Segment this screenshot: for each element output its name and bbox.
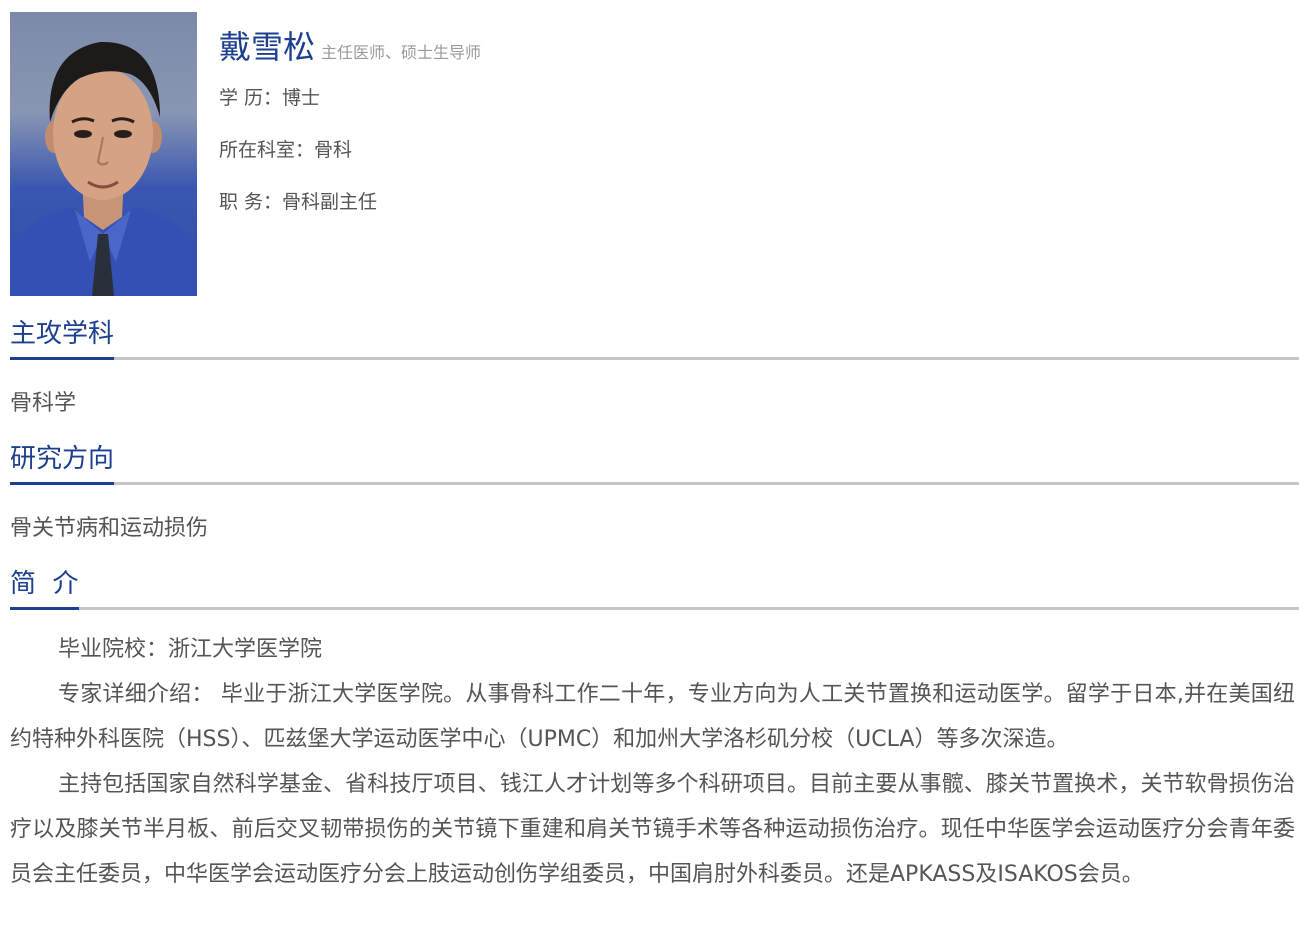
intro-paragraph: 毕业院校：浙江大学医学院: [58, 637, 323, 662]
specialty-heading: 主攻学科: [10, 318, 115, 360]
education-field: 学 历：博士: [219, 87, 321, 109]
intro-heading: 简 介: [10, 568, 79, 610]
research-content: 骨关节病和运动损伤: [10, 516, 209, 541]
doctor-photo: [10, 12, 197, 296]
name-row: 戴雪松 主任医师、硕士生导师: [219, 22, 1279, 72]
doctor-info: 戴雪松 主任医师、硕士生导师 学 历：博士 所在科室：骨科 职 务：骨科副主任: [219, 22, 1279, 228]
intro-paragraph: 主持包括国家自然科学基金、省科技厅项目、钱江人才计划等多个科研项目。目前主要从事…: [10, 772, 1295, 887]
specialty-section-header: 主攻学科: [10, 315, 1299, 360]
doctor-name: 戴雪松: [219, 28, 316, 66]
doctor-title: 主任医师、硕士生导师: [321, 43, 482, 62]
research-heading: 研究方向: [10, 443, 115, 485]
research-section-header: 研究方向: [10, 440, 1299, 485]
specialty-content: 骨科学: [10, 391, 77, 416]
intro-section-header: 简 介: [10, 565, 1299, 610]
intro-content: 毕业院校：浙江大学医学院 专家详细介绍： 毕业于浙江大学医学院。从事骨科工作二十…: [10, 627, 1295, 897]
intro-paragraph: 专家详细介绍： 毕业于浙江大学医学院。从事骨科工作二十年，专业方向为人工关节置换…: [10, 682, 1295, 752]
department-field: 所在科室：骨科: [219, 139, 353, 161]
position-field: 职 务：骨科副主任: [219, 191, 378, 213]
